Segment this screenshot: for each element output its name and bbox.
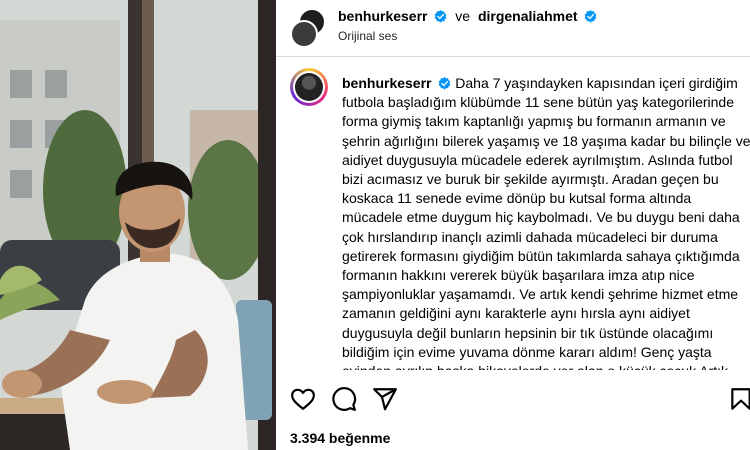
coauthor-username-link[interactable]: dirgenaliahmet	[478, 8, 578, 24]
verified-badge-icon	[439, 77, 451, 90]
author-username-link[interactable]: benhurkeserr	[338, 8, 427, 24]
avatar	[290, 20, 318, 48]
likes-count[interactable]: 3.394 beğenme	[290, 430, 390, 446]
caption-text: benhurkeserr Daha 7 yaşındayken kapısınd…	[342, 74, 750, 370]
post-header: benhurkeserr ve dirgenaliahmet Orijinal …	[290, 6, 750, 48]
photo-illustration	[0, 0, 276, 450]
collab-avatars[interactable]	[290, 8, 326, 48]
post-photo[interactable]	[0, 0, 276, 450]
connector-text: ve	[455, 8, 471, 24]
caption-body: Daha 7 yaşındayken kapısından içeri gird…	[342, 75, 750, 370]
post-authors: benhurkeserr ve dirgenaliahmet	[338, 8, 597, 24]
verified-badge-icon	[585, 10, 597, 23]
audio-link[interactable]: Orijinal ses	[338, 29, 397, 43]
post-detail-panel: benhurkeserr ve dirgenaliahmet Orijinal …	[276, 0, 750, 450]
verified-badge-icon	[435, 10, 447, 23]
heart-icon[interactable]	[290, 386, 316, 412]
caption-username-link[interactable]: benhurkeserr	[342, 75, 431, 91]
post-actions	[290, 386, 750, 412]
comment-icon[interactable]	[331, 386, 357, 412]
post-caption: benhurkeserr Daha 7 yaşındayken kapısınd…	[290, 68, 750, 370]
paper-plane-icon[interactable]	[372, 386, 398, 412]
bookmark-icon[interactable]	[728, 386, 750, 412]
caption-avatar[interactable]	[290, 68, 328, 106]
divider	[276, 56, 750, 57]
